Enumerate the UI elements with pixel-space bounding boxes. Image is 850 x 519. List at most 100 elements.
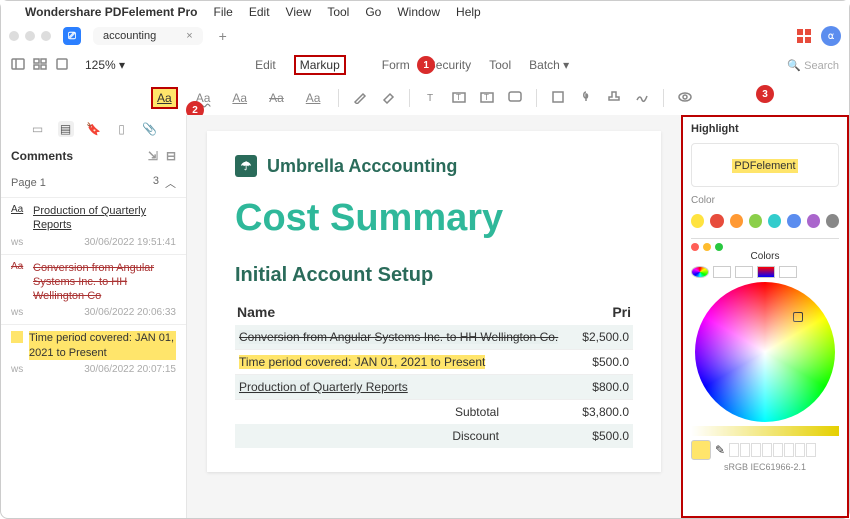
export-icon[interactable]: ⇲ (148, 149, 158, 163)
col-name: Name (237, 304, 561, 320)
swatch[interactable] (787, 214, 800, 228)
sidebar: ▭ ▤ 🔖 ▯ 📎 Comments ⇲⊟ Page 1 3︿ AaProduc… (1, 115, 187, 518)
swatch[interactable] (710, 214, 723, 228)
comment-item[interactable]: Time period covered: JAN 01, 2021 to Pre… (1, 324, 186, 381)
swatch[interactable] (691, 214, 704, 228)
discount-val: $500.0 (559, 429, 629, 443)
thumbnails-icon[interactable]: ▯ (114, 121, 130, 137)
page: ☂Umbrella Acccounting Cost Summary Initi… (207, 131, 661, 472)
menu-window[interactable]: Window (397, 5, 440, 19)
eraser-icon[interactable] (381, 90, 395, 107)
menu-view[interactable]: View (286, 5, 312, 19)
col-price: Pri (561, 304, 631, 320)
color-swatches (691, 214, 839, 228)
new-tab-button[interactable]: + (219, 28, 227, 44)
account-avatar[interactable]: ⍺ (821, 26, 841, 46)
swatch[interactable] (826, 214, 839, 228)
view-toolbar: 125% ▾ Edit Markup Form Security Tool Ba… (1, 49, 849, 81)
current-color[interactable] (691, 440, 711, 460)
sliders-tab-icon[interactable] (713, 266, 731, 278)
palette-tab-icon[interactable] (735, 266, 753, 278)
wheel-cursor[interactable] (793, 312, 803, 322)
main-tabs: Edit Markup Form Security Tool Batch ▾ (255, 55, 569, 75)
comment-author: ws (11, 307, 23, 318)
sidebar-toggle-icon[interactable] (11, 57, 25, 74)
comments-icon[interactable]: ▤ (58, 121, 74, 137)
cell-name: Production of Quarterly Reports (239, 380, 408, 394)
color-wheel[interactable] (695, 282, 835, 422)
page-label: Page 1 (11, 177, 46, 189)
bookmarks-icon[interactable]: ▭ (30, 121, 46, 137)
tab-markup[interactable]: Markup (294, 55, 346, 75)
zoom-level[interactable]: 125% ▾ (85, 58, 125, 72)
comment-item[interactable]: AaProduction of Quarterly Reports ws30/0… (1, 197, 186, 254)
bookmark2-icon[interactable]: 🔖 (86, 121, 102, 137)
color-profile[interactable]: sRGB IEC61966-2.1 (691, 462, 839, 472)
stamp-icon[interactable] (607, 90, 621, 107)
comment-ts: 30/06/2022 20:07:15 (84, 364, 176, 375)
chevron-up-icon[interactable]: ︿ (165, 175, 176, 191)
close-icon[interactable]: × (186, 30, 192, 42)
markup-toolbar: Aa Aa Aa Aa Aa T T T (1, 81, 849, 115)
textbox-icon[interactable]: T (424, 90, 438, 107)
color-wells[interactable] (729, 443, 816, 457)
cell-price: $500.0 (559, 355, 629, 369)
attach-icon[interactable] (579, 90, 593, 107)
swatch[interactable] (730, 214, 743, 228)
tab-batch[interactable]: Batch ▾ (529, 58, 569, 72)
app-name[interactable]: Wondershare PDFelement Pro (25, 5, 198, 19)
callout-icon[interactable]: T (480, 90, 494, 107)
filter-icon[interactable]: ⊟ (166, 149, 176, 163)
shape-icon[interactable] (551, 90, 565, 107)
window-controls[interactable] (9, 31, 51, 41)
thumbnail-view-icon[interactable] (33, 57, 47, 74)
color-label: Color (691, 195, 839, 206)
comment-item[interactable]: AaConversion from Angular Systems Inc. t… (1, 254, 186, 325)
note-icon[interactable] (508, 90, 522, 107)
app-icon: ⎚ (63, 27, 81, 45)
marker-icon[interactable] (353, 90, 367, 107)
menu-help[interactable]: Help (456, 5, 481, 19)
menu-edit[interactable]: Edit (249, 5, 270, 19)
eye-icon[interactable] (678, 90, 692, 107)
discount-label: Discount (239, 429, 559, 443)
svg-text:T: T (484, 93, 489, 102)
document-canvas[interactable]: ☂Umbrella Acccounting Cost Summary Initi… (187, 115, 681, 518)
signature-icon[interactable] (635, 90, 649, 107)
caret-tool[interactable]: Aa (302, 89, 325, 107)
doc-title: Cost Summary (235, 197, 633, 240)
highlight-preview: PDFelement (691, 143, 839, 187)
search-input[interactable]: 🔍 Search (787, 59, 839, 72)
panel-title: Highlight (691, 123, 839, 135)
swatch[interactable] (807, 214, 820, 228)
comment-author: ws (11, 364, 23, 375)
tab-form[interactable]: Form (382, 58, 410, 72)
highlight-mark-icon (11, 331, 23, 343)
eyedropper-icon[interactable]: ✎ (715, 443, 725, 457)
wheel-tab-icon[interactable] (691, 266, 709, 278)
underline2-tool[interactable]: Aa (228, 89, 251, 107)
brand-icon: ☂ (235, 155, 257, 177)
highlight-tool[interactable]: Aa (151, 87, 178, 109)
brightness-slider[interactable] (691, 426, 839, 436)
apps-icon[interactable] (797, 29, 811, 43)
swatch[interactable] (768, 214, 781, 228)
comment-text: Conversion from Angular Systems Inc. to … (33, 261, 176, 304)
tab-tool[interactable]: Tool (489, 58, 511, 72)
menubar: Wondershare PDFelement Pro File Edit Vie… (1, 1, 849, 23)
cell-name: Conversion from Angular Systems Inc. to … (239, 330, 558, 344)
document-tab[interactable]: accounting × (93, 27, 203, 45)
attachments-icon[interactable]: 📎 (142, 121, 158, 137)
strikethrough-tool[interactable]: Aa (265, 89, 288, 107)
menu-go[interactable]: Go (365, 5, 381, 19)
swatch[interactable] (749, 214, 762, 228)
svg-text:T: T (456, 93, 461, 102)
menu-tool[interactable]: Tool (327, 5, 349, 19)
tab-edit[interactable]: Edit (255, 58, 276, 72)
pencils-tab-icon[interactable] (779, 266, 797, 278)
spectrum-tab-icon[interactable] (757, 266, 775, 278)
page-view-icon[interactable] (55, 57, 69, 74)
menu-file[interactable]: File (214, 5, 233, 19)
svg-text:T: T (427, 93, 433, 104)
textbox2-icon[interactable]: T (452, 90, 466, 107)
